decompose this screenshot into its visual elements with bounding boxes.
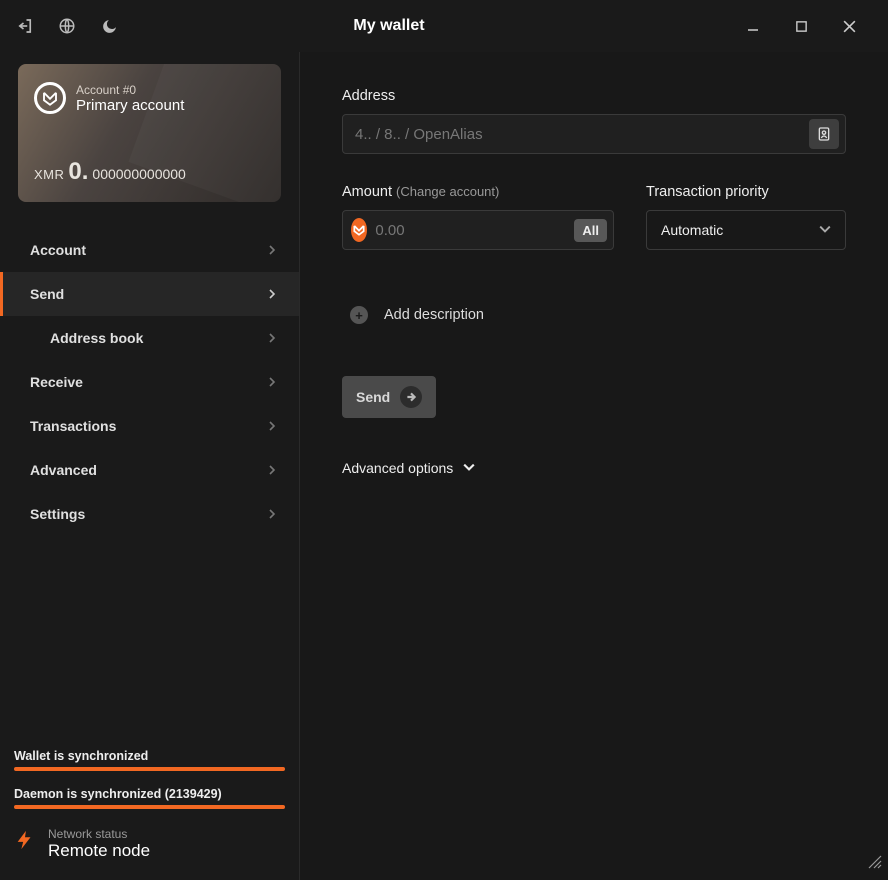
nav-label: Address book: [50, 330, 143, 346]
account-number: Account #0: [76, 83, 184, 97]
sidebar: Account #0 Primary account XMR 0. 000000…: [0, 52, 300, 880]
chevron-right-icon: [267, 462, 277, 478]
chevron-down-icon: [819, 222, 831, 238]
nav-send[interactable]: Send: [0, 272, 299, 316]
network-status-label: Network status: [48, 827, 150, 841]
account-card[interactable]: Account #0 Primary account XMR 0. 000000…: [18, 64, 281, 202]
amount-input-row: All: [342, 210, 614, 250]
nav: Account Send Address book Receive: [0, 228, 299, 536]
wallet-sync-bar: [14, 767, 285, 771]
chevron-right-icon: [267, 286, 277, 302]
nav-label: Send: [30, 286, 64, 302]
status-footer: Wallet is synchronized Daemon is synchro…: [0, 737, 299, 880]
globe-icon[interactable]: [57, 16, 77, 36]
maximize-button[interactable]: [777, 10, 825, 42]
window-title: My wallet: [119, 17, 729, 35]
nav-account[interactable]: Account: [0, 228, 299, 272]
address-label: Address: [342, 88, 846, 104]
amount-label: Amount (Change account): [342, 184, 614, 200]
address-input-row: [342, 114, 846, 154]
nav-address-book[interactable]: Address book: [0, 316, 299, 360]
priority-select[interactable]: Automatic: [646, 210, 846, 250]
balance-frac: 000000000000: [92, 166, 185, 182]
resize-grip-icon[interactable]: [868, 855, 882, 874]
send-panel: Address Amount (Change account) All: [300, 52, 888, 880]
plus-icon: +: [350, 306, 368, 324]
priority-label: Transaction priority: [646, 184, 846, 200]
chevron-right-icon: [267, 374, 277, 390]
change-account-link[interactable]: (Change account): [396, 184, 499, 199]
amount-input[interactable]: [375, 222, 574, 239]
nav-label: Advanced: [30, 462, 97, 478]
advanced-options-toggle[interactable]: Advanced options: [342, 460, 846, 476]
advanced-options-label: Advanced options: [342, 460, 453, 476]
chevron-right-icon: [267, 506, 277, 522]
amount-label-text: Amount: [342, 184, 392, 200]
nav-label: Receive: [30, 374, 83, 390]
nav-receive[interactable]: Receive: [0, 360, 299, 404]
titlebar: My wallet: [0, 0, 888, 52]
logout-icon[interactable]: [15, 16, 35, 36]
add-description-button[interactable]: + Add description: [350, 306, 846, 324]
minimize-button[interactable]: [729, 10, 777, 42]
account-name: Primary account: [76, 97, 184, 114]
chevron-right-icon: [267, 418, 277, 434]
address-book-icon[interactable]: [809, 119, 839, 149]
nav-settings[interactable]: Settings: [0, 492, 299, 536]
daemon-sync-bar: [14, 805, 285, 809]
address-input[interactable]: [355, 126, 809, 143]
send-button-label: Send: [356, 389, 390, 405]
add-description-label: Add description: [384, 307, 484, 323]
chevron-right-icon: [267, 242, 277, 258]
wallet-sync-status: Wallet is synchronized: [14, 749, 285, 763]
network-status-value: Remote node: [48, 841, 150, 861]
moon-icon[interactable]: [99, 16, 119, 36]
nav-label: Account: [30, 242, 86, 258]
daemon-sync-status: Daemon is synchronized (2139429): [14, 787, 285, 801]
nav-label: Settings: [30, 506, 85, 522]
nav-advanced[interactable]: Advanced: [0, 448, 299, 492]
close-button[interactable]: [825, 10, 873, 42]
monero-icon: [351, 218, 367, 242]
balance-currency: XMR: [34, 167, 64, 182]
send-button[interactable]: Send: [342, 376, 436, 418]
amount-all-button[interactable]: All: [574, 219, 607, 242]
bolt-icon: [14, 825, 36, 862]
chevron-right-icon: [267, 330, 277, 346]
chevron-down-icon: [463, 460, 475, 476]
balance: XMR 0. 000000000000: [34, 158, 186, 186]
priority-value: Automatic: [661, 222, 723, 238]
balance-int: 0.: [68, 158, 88, 186]
monero-logo-icon: [34, 82, 66, 114]
nav-transactions[interactable]: Transactions: [0, 404, 299, 448]
arrow-right-icon: [400, 386, 422, 408]
nav-label: Transactions: [30, 418, 116, 434]
